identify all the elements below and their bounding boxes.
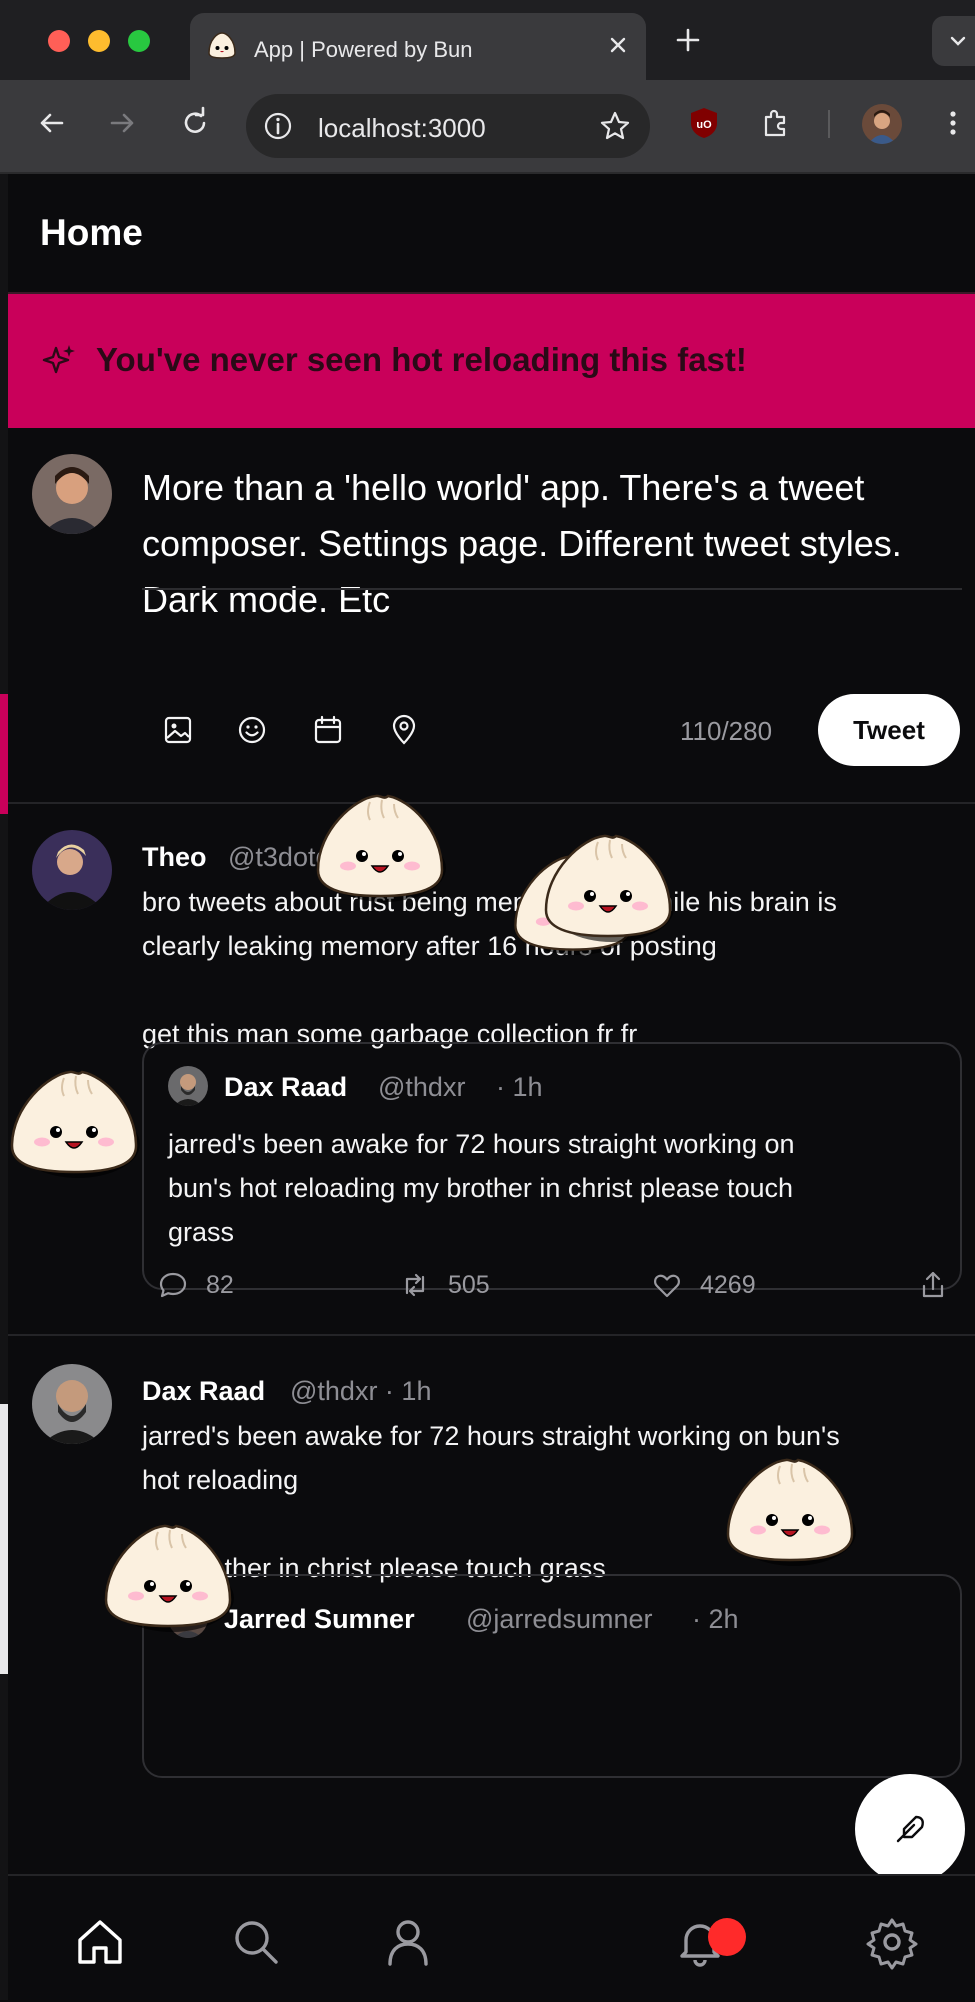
announcement-banner: You've never seen hot reloading this fas… (8, 294, 975, 428)
reply-icon (159, 1272, 187, 1298)
theo-avatar-icon (32, 830, 112, 910)
svg-text:uO: uO (696, 119, 712, 131)
quoted-tweet-time: · 2h (692, 1604, 739, 1634)
new-tab-icon[interactable] (672, 24, 704, 56)
home-icon[interactable] (72, 1914, 128, 1970)
profile-avatar-icon (862, 104, 902, 144)
quoted-tweet-body-line: grass (168, 1217, 235, 1247)
feather-icon (896, 1815, 924, 1843)
site-info-icon[interactable] (262, 110, 294, 142)
browser-tab[interactable]: App | Powered by Bun (190, 13, 646, 80)
quoted-tweet-body: jarred's been awake for 72 hours straigh… (168, 1122, 928, 1254)
calendar-icon[interactable] (312, 714, 344, 746)
bun-mascot-icon (104, 1524, 234, 1632)
tab-search-button[interactable] (932, 16, 975, 66)
quoted-tweet-avatar (168, 1066, 208, 1106)
share-icon (922, 1271, 944, 1298)
close-tab-icon[interactable] (604, 31, 632, 59)
user-avatar-icon (32, 454, 112, 534)
address-bar[interactable]: localhost:3000 (246, 94, 650, 158)
retweet-icon (405, 1273, 425, 1297)
url-text: localhost:3000 (318, 113, 486, 143)
quoted-tweet-body-line: bun's hot reloading my brother in christ… (168, 1173, 794, 1203)
background-window-edge (0, 174, 8, 2000)
emoji-icon[interactable] (236, 714, 268, 746)
profile-icon[interactable] (380, 1914, 436, 1970)
bun-mascot-icon (316, 794, 446, 902)
back-icon[interactable] (34, 106, 68, 140)
heart-icon (654, 1274, 680, 1298)
like-count: 4269 (700, 1270, 756, 1299)
share-button[interactable] (918, 1270, 948, 1300)
bun-mascot-icon (726, 1458, 856, 1566)
retweet-count: 505 (448, 1270, 490, 1299)
search-icon[interactable] (228, 1914, 284, 1970)
browser-tab-strip: App | Powered by Bun (0, 0, 975, 80)
settings-icon[interactable] (864, 1914, 920, 1970)
bottom-navigation (8, 1874, 975, 2002)
tweet-author-name[interactable]: Theo (142, 842, 207, 873)
character-count: 110/280 (680, 716, 773, 746)
quoted-tweet-handle: @jarredsumner (466, 1604, 653, 1634)
app-viewport: Home You've never seen hot reloading thi… (8, 174, 975, 2000)
tweet-button[interactable]: Tweet (818, 694, 960, 766)
composer-avatar (32, 454, 112, 534)
composer-textarea[interactable]: More than a 'hello world' app. There's a… (142, 460, 962, 628)
quoted-tweet-time: · 1h (496, 1072, 543, 1102)
compose-fab-button[interactable] (855, 1774, 965, 1884)
profile-avatar[interactable] (862, 104, 902, 144)
ublock-extension-icon[interactable]: uO (686, 105, 722, 141)
composer-divider (142, 588, 962, 590)
page-title: Home (40, 212, 143, 253)
tweet-actions: 82 505 4269 (8, 1270, 975, 1300)
tweet-body-blank-line (142, 968, 962, 1012)
forward-icon[interactable] (106, 106, 140, 140)
minimize-window-button[interactable] (88, 30, 110, 52)
zoom-window-button[interactable] (128, 30, 150, 52)
tab-title: App | Powered by Bun (254, 37, 473, 62)
tweet-author-name[interactable]: Dax Raad (142, 1376, 265, 1407)
quoted-tweet[interactable]: Jarred Sumner @jarredsumner · 2h (142, 1574, 962, 1778)
quoted-tweet-handle: @thdxr (378, 1072, 466, 1102)
tweet-body-line: jarred's been awake for 72 hours straigh… (142, 1421, 840, 1451)
reply-count: 82 (206, 1270, 234, 1299)
tweet-avatar[interactable] (32, 1364, 112, 1444)
quoted-tweet-author-name: Jarred Sumner (224, 1604, 415, 1634)
extensions-puzzle-icon[interactable] (758, 105, 794, 141)
dax-avatar-icon (32, 1364, 112, 1444)
toolbar-divider (828, 110, 830, 138)
reply-button[interactable]: 82 (158, 1270, 234, 1300)
dax-avatar-icon (168, 1066, 208, 1106)
image-icon[interactable] (162, 714, 194, 746)
like-button[interactable]: 4269 (652, 1270, 756, 1300)
browser-menu-icon[interactable] (936, 106, 970, 140)
tweet-avatar[interactable] (32, 830, 112, 910)
quoted-tweet-body-line: jarred's been awake for 72 hours straigh… (168, 1129, 795, 1159)
bun-favicon-icon (208, 32, 236, 59)
quoted-tweet[interactable]: Dax Raad @thdxr · 1h jarred's been awake… (142, 1042, 962, 1290)
notification-badge (708, 1918, 746, 1956)
banner-text: You've never seen hot reloading this fas… (96, 341, 747, 378)
quoted-tweet-author-name: Dax Raad (224, 1072, 348, 1102)
bun-mascot-icon (544, 834, 674, 942)
reload-icon[interactable] (178, 106, 212, 140)
bun-mascot-icon (10, 1070, 140, 1178)
tweet-card[interactable]: Theo @t3dotgg · 45m bro tweets about rus… (8, 802, 975, 1336)
chevron-down-icon (950, 36, 966, 46)
tweet-author-handle: @thdxr · 1h (290, 1376, 432, 1406)
app-header: Home (8, 174, 975, 294)
close-window-button[interactable] (48, 30, 70, 52)
bookmark-star-icon[interactable] (598, 109, 632, 143)
sparkles-icon (42, 345, 75, 374)
retweet-button[interactable]: 505 (400, 1270, 490, 1300)
location-icon[interactable] (388, 714, 420, 746)
